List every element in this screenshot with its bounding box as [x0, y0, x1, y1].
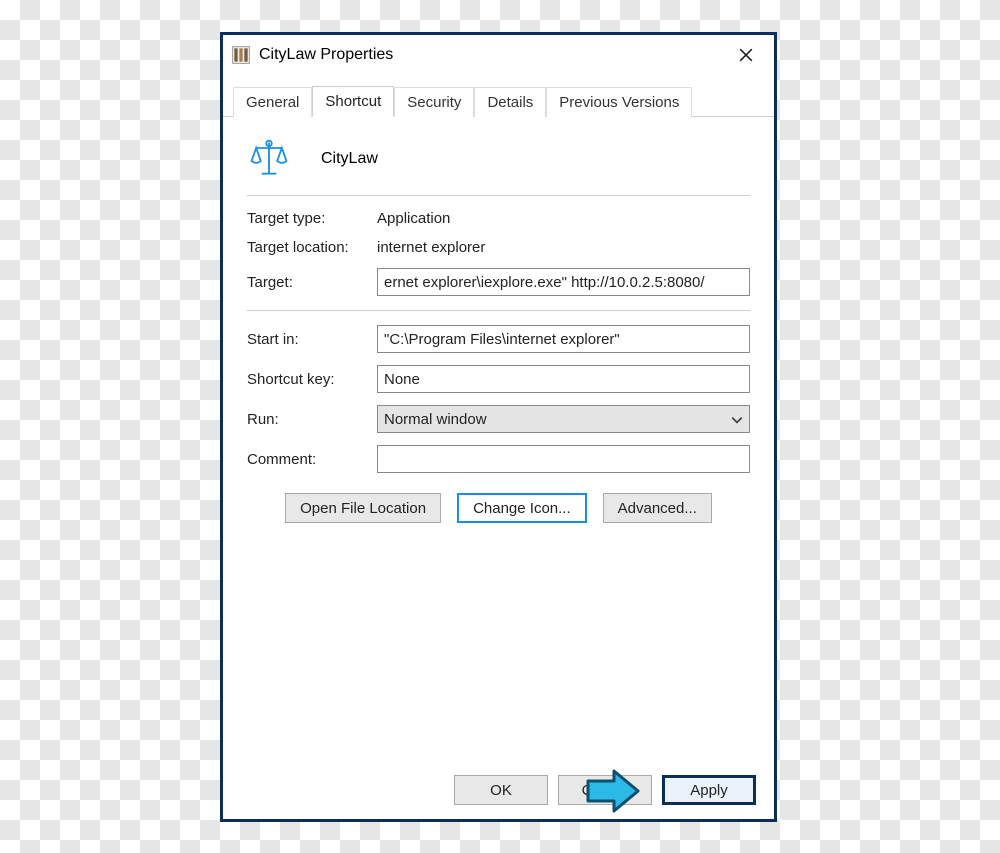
run-label: Run:	[247, 411, 377, 428]
separator	[247, 195, 750, 196]
target-type-label: Target type:	[247, 210, 377, 227]
chevron-down-icon	[731, 412, 743, 427]
shortcut-tab-content: CityLaw Target type: Application Target …	[223, 117, 774, 523]
shortcutkey-label: Shortcut key:	[247, 371, 377, 388]
cancel-button[interactable]: Cancel	[558, 775, 652, 805]
target-location-value: internet explorer	[377, 239, 485, 256]
target-type-row: Target type: Application	[247, 210, 750, 227]
run-value: Normal window	[384, 411, 487, 428]
close-icon	[739, 48, 753, 62]
target-type-value: Application	[377, 210, 450, 227]
shortcut-name: CityLaw	[321, 150, 378, 168]
properties-dialog: CityLaw Properties General Shortcut Secu…	[220, 32, 777, 822]
startin-input[interactable]	[377, 325, 750, 353]
separator	[247, 310, 750, 311]
tab-bar: General Shortcut Security Details Previo…	[223, 81, 774, 117]
scales-icon	[247, 137, 291, 181]
comment-label: Comment:	[247, 451, 377, 468]
run-row: Run: Normal window	[247, 405, 750, 433]
tab-general[interactable]: General	[233, 87, 312, 117]
window-title: CityLaw Properties	[259, 46, 726, 64]
tab-details[interactable]: Details	[474, 87, 546, 117]
tab-security[interactable]: Security	[394, 87, 474, 117]
titlebar: CityLaw Properties	[223, 35, 774, 75]
target-location-row: Target location: internet explorer	[247, 239, 750, 256]
app-icon	[231, 45, 251, 65]
close-button[interactable]	[726, 40, 766, 70]
comment-row: Comment:	[247, 445, 750, 473]
advanced-button[interactable]: Advanced...	[603, 493, 712, 523]
target-row: Target:	[247, 268, 750, 296]
open-file-location-button[interactable]: Open File Location	[285, 493, 441, 523]
target-label: Target:	[247, 274, 377, 291]
ok-button[interactable]: OK	[454, 775, 548, 805]
header-row: CityLaw	[247, 137, 750, 181]
target-location-label: Target location:	[247, 239, 377, 256]
target-input[interactable]	[377, 268, 750, 296]
footer-buttons: OK Cancel Apply	[223, 775, 774, 805]
tab-shortcut[interactable]: Shortcut	[312, 86, 394, 117]
mid-button-row: Open File Location Change Icon... Advanc…	[247, 493, 750, 523]
tab-previous-versions[interactable]: Previous Versions	[546, 87, 692, 117]
shortcutkey-row: Shortcut key:	[247, 365, 750, 393]
comment-input[interactable]	[377, 445, 750, 473]
apply-button[interactable]: Apply	[662, 775, 756, 805]
run-select[interactable]: Normal window	[377, 405, 750, 433]
startin-label: Start in:	[247, 331, 377, 348]
startin-row: Start in:	[247, 325, 750, 353]
shortcutkey-input[interactable]	[377, 365, 750, 393]
change-icon-button[interactable]: Change Icon...	[457, 493, 587, 523]
